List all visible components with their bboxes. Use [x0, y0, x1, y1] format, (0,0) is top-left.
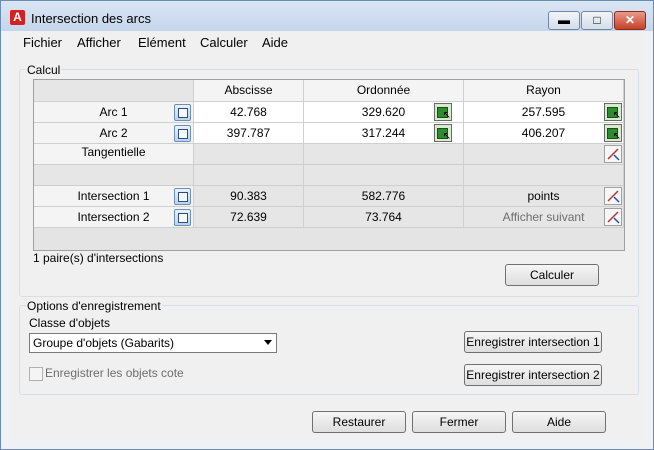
col-header-rayon: Rayon: [464, 80, 624, 102]
tangent-y: [304, 144, 464, 165]
col-header-abscisse: Abscisse: [194, 80, 304, 102]
tangent-pick-button[interactable]: [604, 145, 622, 163]
row-label-text: Arc 1: [99, 105, 128, 119]
save-dimension-objects-label: Enregistrer les objets cote: [45, 366, 184, 380]
empty-cell: [464, 165, 624, 186]
restore-button[interactable]: Restaurer: [312, 411, 406, 433]
row-label-tangent: Tangentielle: [34, 144, 194, 165]
close-button[interactable]: ✕: [614, 11, 646, 30]
row-label-text: Intersection 1: [77, 189, 150, 203]
menu-fichier[interactable]: Fichier: [23, 35, 62, 50]
int2-y: 73.764: [304, 207, 464, 228]
save-intersection-2-button[interactable]: Enregistrer intersection 2: [464, 364, 602, 386]
menu-bar: Fichier Afficher Elément Calculer Aide: [9, 31, 645, 53]
row-label-text: Intersection 2: [77, 210, 150, 224]
pick-arc2-button[interactable]: [174, 125, 191, 142]
int2-pick-button[interactable]: [604, 208, 622, 226]
dialog-body: Fichier Afficher Elément Calculer Aide C…: [9, 31, 645, 441]
calc-group-legend: Calcul: [26, 63, 62, 77]
save-options-legend: Options d'enregistrement: [26, 299, 162, 313]
tangent-r: [464, 144, 624, 165]
row-label-arc2: Arc 2: [34, 123, 194, 144]
calculate-button[interactable]: Calculer: [505, 264, 599, 286]
tangent-x: [194, 144, 304, 165]
arc1-r[interactable]: 257.595: [464, 102, 624, 123]
window-title: Intersection des arcs: [31, 11, 151, 26]
int1-y: 582.776: [304, 186, 464, 207]
object-class-value: Groupe d'objets (Gabarits): [33, 336, 175, 350]
int2-x: 72.639: [194, 207, 304, 228]
pick-arc2-radius-button[interactable]: ↖: [604, 124, 622, 142]
arc2-r[interactable]: 406.207: [464, 123, 624, 144]
col-header-ordonnee: Ordonnée: [304, 80, 464, 102]
save-dimension-objects-checkbox[interactable]: [29, 367, 43, 381]
maximize-icon: □: [593, 13, 601, 27]
empty-cell: [194, 165, 304, 186]
pick-arc1-button[interactable]: [174, 104, 191, 121]
line-pick-icon: [607, 211, 620, 224]
line-pick-icon: [607, 190, 620, 203]
close-dialog-button[interactable]: Fermer: [412, 411, 506, 433]
arc2-x[interactable]: 397.787: [194, 123, 304, 144]
row-label-text: Arc 2: [99, 126, 128, 140]
empty-row-label: [34, 165, 194, 186]
menu-element[interactable]: Elément: [138, 35, 186, 50]
arc1-x[interactable]: 42.768: [194, 102, 304, 123]
help-button[interactable]: Aide: [512, 411, 606, 433]
maximize-button[interactable]: □: [581, 11, 613, 30]
int1-x: 90.383: [194, 186, 304, 207]
minimize-button[interactable]: ▬: [548, 11, 580, 30]
object-class-label: Classe d'objets: [29, 316, 110, 330]
pick-arc1-center-button[interactable]: ↖: [434, 103, 452, 121]
row-label-int1: Intersection 1: [34, 186, 194, 207]
menu-calculer[interactable]: Calculer: [200, 35, 248, 50]
title-bar[interactable]: A Intersection des arcs ▬ □ ✕: [1, 1, 653, 31]
menu-aide[interactable]: Aide: [262, 35, 288, 50]
save-intersection-1-button[interactable]: Enregistrer intersection 1: [464, 331, 602, 353]
dialog-window: A Intersection des arcs ▬ □ ✕ Fichier Af…: [0, 0, 654, 450]
results-grid: Abscisse Ordonnée Rayon Arc 1 42.768 329…: [33, 79, 625, 251]
close-icon: ✕: [624, 13, 636, 27]
app-icon: A: [10, 10, 25, 25]
row-label-arc1: Arc 1: [34, 102, 194, 123]
cursor-icon: ↖: [612, 110, 621, 121]
pick-int2-button[interactable]: [174, 209, 191, 226]
int1-pick-button[interactable]: [604, 187, 622, 205]
line-pick-icon: [607, 148, 620, 161]
pick-int1-button[interactable]: [174, 188, 191, 205]
menu-afficher[interactable]: Afficher: [77, 35, 121, 50]
minimize-icon: ▬: [558, 13, 570, 27]
cursor-icon: ↖: [442, 131, 451, 142]
cursor-icon: ↖: [612, 131, 621, 142]
cursor-icon: ↖: [442, 110, 451, 121]
object-class-select[interactable]: Groupe d'objets (Gabarits): [29, 333, 277, 353]
grid-corner: [34, 80, 194, 102]
int1-r: points: [464, 186, 624, 207]
pick-arc2-center-button[interactable]: ↖: [434, 124, 452, 142]
empty-cell: [304, 165, 464, 186]
intersection-count: 1 paire(s) d'intersections: [33, 251, 164, 265]
row-label-int2: Intersection 2: [34, 207, 194, 228]
pick-arc1-radius-button[interactable]: ↖: [604, 103, 622, 121]
int2-r: Afficher suivant: [464, 207, 624, 228]
chevron-down-icon: [264, 340, 272, 345]
